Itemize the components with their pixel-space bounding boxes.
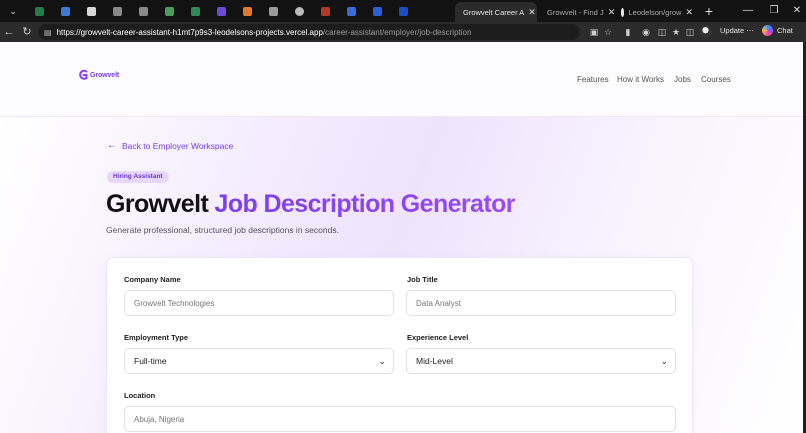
employment-type-select[interactable]: Full-time ⌄ <box>124 348 394 374</box>
pinned-tab-12[interactable] <box>312 0 338 22</box>
site-logo[interactable]: Growvelt <box>78 69 119 81</box>
favicon-icon <box>138 6 148 16</box>
employment-type-value: Full-time <box>134 356 167 366</box>
favicon-icon <box>372 6 382 16</box>
chat-label: Chat <box>777 26 793 35</box>
url-host: https://growvelt-career-assistant-h1mt7p… <box>56 27 323 37</box>
experience-level-label: Experience Level <box>407 333 469 342</box>
close-tab-icon[interactable]: ✕ <box>685 7 693 18</box>
back-link-label: Back to Employer Workspace <box>122 140 234 151</box>
tab-title: Growvelt - Find J <box>547 7 604 17</box>
split-screen-icon[interactable]: ◫ <box>655 25 669 39</box>
pinned-tab-7[interactable] <box>182 0 208 22</box>
nav-features[interactable]: Features <box>577 75 609 84</box>
title-brand: Growvelt <box>106 190 209 218</box>
reload-icon[interactable]: ↻ <box>18 22 36 42</box>
nav-jobs[interactable]: Jobs <box>674 75 691 84</box>
collections-icon[interactable]: ◫ <box>683 25 697 39</box>
logo-text: Growvelt <box>90 71 120 79</box>
favicon-icon <box>34 6 44 16</box>
location-label: Location <box>124 391 156 400</box>
favicon-icon <box>86 6 96 16</box>
tab-active[interactable]: Growvelt Career A ✕ <box>455 2 537 22</box>
tab-find-jobs[interactable]: Growvelt - Find J ✕ <box>539 2 615 22</box>
location-input[interactable] <box>124 406 676 432</box>
pinned-tab-10[interactable] <box>260 0 286 22</box>
favicon-icon <box>190 6 200 16</box>
tab-github[interactable]: Leodelson/grow ✕ <box>617 2 697 22</box>
chevron-down-icon: ⌄ <box>378 356 386 366</box>
pinned-tab-9[interactable] <box>234 0 260 22</box>
company-name-input[interactable] <box>124 290 394 316</box>
extension-icon[interactable]: ▮ <box>621 25 635 39</box>
pinned-tab-2[interactable] <box>52 0 78 22</box>
close-tab-icon[interactable]: ✕ <box>608 7 615 18</box>
pinned-tab-6[interactable] <box>156 0 182 22</box>
employment-type-label: Employment Type <box>124 333 189 342</box>
browser-toolbar: ← ↻ ▤ https://growvelt-career-assistant-… <box>0 22 806 42</box>
extension-icon[interactable]: ◉ <box>639 25 653 39</box>
pinned-tab-14[interactable] <box>364 0 390 22</box>
favicon-icon <box>398 6 408 16</box>
favicon-icon <box>242 6 252 16</box>
favorite-star-icon[interactable]: ☆ <box>601 25 615 39</box>
job-description-form: Company Name Job Title Employment Type F… <box>106 257 693 433</box>
favicon-icon <box>346 6 356 16</box>
page-title: Growvelt Job Description Generator <box>106 190 515 219</box>
growvelt-logo-icon <box>79 69 88 80</box>
chevron-down-icon: ⌄ <box>660 356 668 366</box>
tab-title: Growvelt Career A <box>463 7 525 17</box>
nav-courses[interactable]: Courses <box>701 75 731 84</box>
page-subtitle: Generate professional, structured job de… <box>106 225 339 235</box>
job-title-label: Job Title <box>407 275 438 284</box>
nav-how-it-works[interactable]: How it Works <box>617 75 664 84</box>
github-favicon-icon <box>621 7 625 17</box>
pinned-tab-3[interactable] <box>78 0 104 22</box>
restore-icon[interactable]: ❐ <box>765 2 783 20</box>
pinned-tab-11[interactable] <box>286 0 312 22</box>
back-arrow-icon[interactable]: ← <box>0 22 18 42</box>
page: Growvelt Features How it Works Jobs Cour… <box>0 42 806 433</box>
more-options-icon[interactable]: ⋯ <box>746 26 754 35</box>
favicon-icon <box>216 6 226 16</box>
pinned-tab-15[interactable] <box>390 0 416 22</box>
pinned-tab-5[interactable] <box>130 0 156 22</box>
job-title-input[interactable] <box>406 290 676 316</box>
update-label: Update <box>720 26 745 35</box>
close-window-icon[interactable]: ✕ <box>788 2 806 20</box>
new-tab-icon[interactable]: + <box>701 3 717 19</box>
title-highlight: Job Description Generator <box>214 190 516 218</box>
reading-mode-icon[interactable]: ▣ <box>587 25 601 39</box>
update-button[interactable]: Update ⋯ <box>720 26 754 35</box>
pinned-tab-8[interactable] <box>208 0 234 22</box>
favicon-icon <box>112 6 122 16</box>
experience-level-select[interactable]: Mid-Level ⌄ <box>406 348 676 374</box>
url-path: /career-assistant/employer/job-descripti… <box>322 27 472 37</box>
favicon-icon <box>268 6 278 16</box>
experience-level-value: Mid-Level <box>416 356 453 366</box>
favicon-icon <box>60 6 70 16</box>
company-name-label: Company Name <box>124 275 181 284</box>
profile-avatar[interactable] <box>699 25 712 38</box>
address-bar[interactable]: ▤ https://growvelt-career-assistant-h1mt… <box>38 24 580 40</box>
pinned-tab-1[interactable] <box>26 0 52 22</box>
favicon-icon <box>320 6 330 16</box>
pinned-tab-4[interactable] <box>104 0 130 22</box>
hiring-assistant-badge: Hiring Assistant <box>107 171 169 183</box>
chat-button[interactable]: Chat <box>762 25 793 36</box>
tab-strip-menu-icon[interactable]: ⌄ <box>0 0 26 22</box>
arrow-left-icon: ← <box>107 140 117 151</box>
favicon-icon <box>294 6 304 16</box>
pinned-tab-13[interactable] <box>338 0 364 22</box>
site-header: Growvelt Features How it Works Jobs Cour… <box>0 42 806 117</box>
favicon-icon <box>164 6 174 16</box>
url-text: https://growvelt-career-assistant-h1mt7p… <box>57 28 472 37</box>
back-to-workspace-link[interactable]: ← Back to Employer Workspace <box>107 140 233 151</box>
minimize-icon[interactable]: — <box>739 2 757 20</box>
tab-title: Leodelson/grow <box>628 7 682 17</box>
site-info-icon[interactable]: ▤ <box>44 28 52 37</box>
close-tab-icon[interactable]: ✕ <box>528 7 536 18</box>
copilot-icon <box>762 25 773 36</box>
favorites-icon[interactable]: ★ <box>669 25 683 39</box>
